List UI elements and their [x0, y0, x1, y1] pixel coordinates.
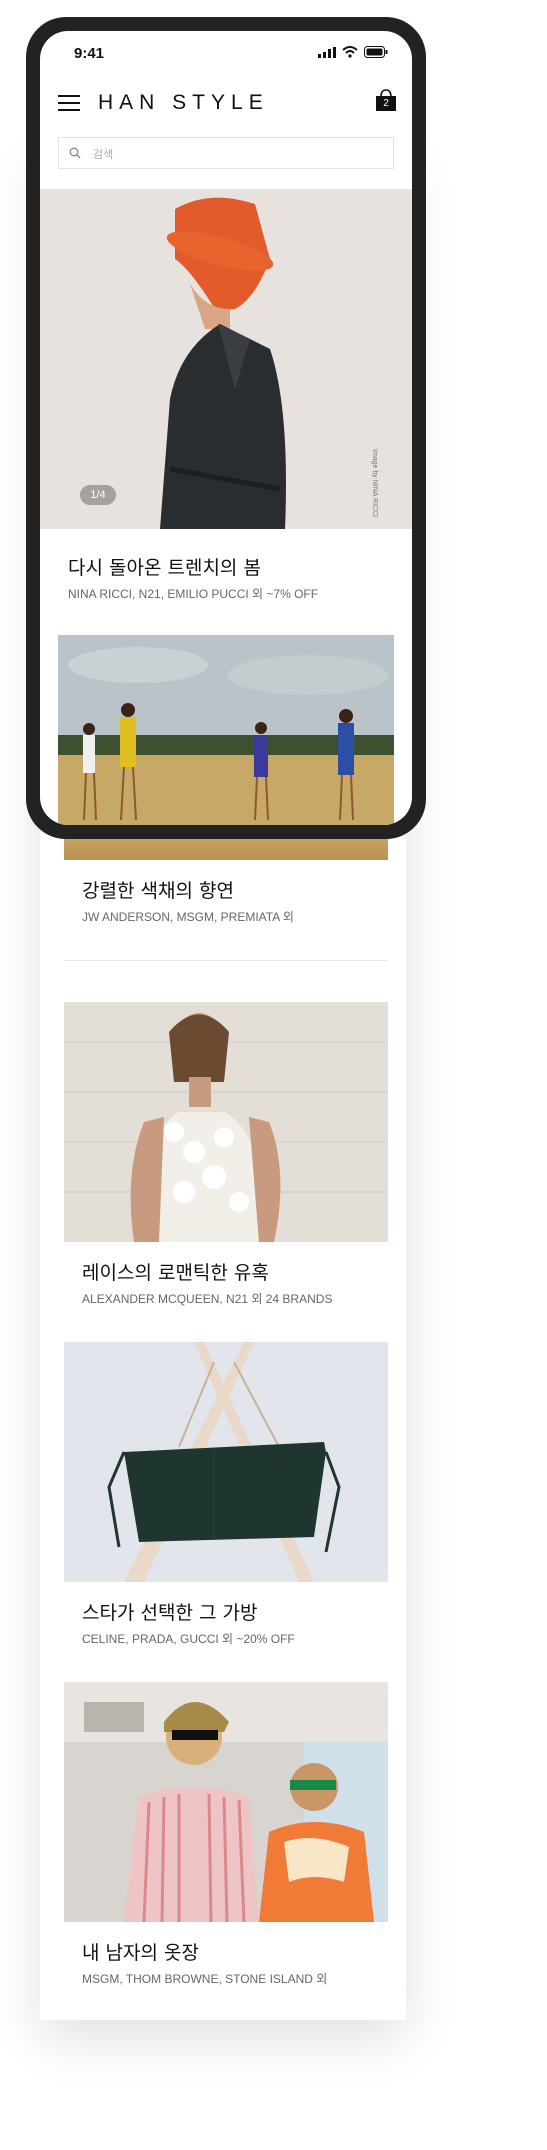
signal-icon	[318, 46, 336, 58]
card-image-menswear[interactable]	[64, 1682, 388, 1922]
status-time: 9:41	[74, 45, 105, 62]
menswear-illustration	[64, 1682, 388, 1922]
trench-coat-illustration	[40, 189, 412, 529]
status-bar: 9:41	[40, 31, 412, 77]
wifi-icon	[342, 46, 358, 58]
status-icons	[318, 46, 388, 58]
image-credit: Image by NINA RICCI	[371, 449, 378, 518]
bag-illustration	[64, 1342, 388, 1582]
brand-logo[interactable]: HAN STYLE	[98, 91, 269, 115]
battery-icon	[364, 46, 388, 58]
card-title[interactable]: 다시 돌아온 트렌치의 봄	[68, 553, 261, 580]
search-input[interactable]: 검색	[58, 137, 394, 169]
phone-screen: 9:41 HAN STYLE 2 검색 1/4 Image by NINA RI…	[40, 31, 412, 825]
card-image-lace[interactable]	[64, 1002, 388, 1242]
card-title[interactable]: 강렬한 색채의 향연	[82, 876, 234, 903]
card-subtitle: CELINE, PRADA, GUCCI 외 ~20% OFF	[82, 1632, 295, 1646]
card-subtitle: JW ANDERSON, MSGM, PREMIATA 외	[82, 910, 294, 924]
card-subtitle: MSGM, THOM BROWNE, STONE ISLAND 외	[82, 1972, 328, 1986]
divider	[64, 960, 388, 961]
card-title[interactable]: 내 남자의 옷장	[82, 1938, 199, 1965]
slide-pager: 1/4	[80, 485, 116, 505]
stilts-field-illustration	[58, 635, 394, 825]
card-title[interactable]: 레이스의 로맨틱한 유혹	[82, 1258, 269, 1285]
lace-dress-illustration	[64, 1002, 388, 1242]
search-placeholder: 검색	[93, 148, 114, 161]
card-title[interactable]: 스타가 선택한 그 가방	[82, 1598, 257, 1625]
app-header: HAN STYLE 2	[40, 77, 412, 137]
card-image-colors[interactable]	[58, 635, 394, 825]
card-subtitle: NINA RICCI, N21, EMILIO PUCCI 외 ~7% OFF	[68, 587, 319, 601]
shopping-bag-icon[interactable]: 2	[376, 89, 396, 111]
hamburger-menu-icon[interactable]	[58, 95, 80, 111]
card-image-colors-continued[interactable]	[64, 836, 388, 860]
card-subtitle: ALEXANDER MCQUEEN, N21 외 24 BRANDS	[82, 1292, 333, 1306]
phone-frame: 9:41 HAN STYLE 2 검색 1/4 Image by NINA RI…	[26, 17, 426, 839]
card-image-bag[interactable]	[64, 1342, 388, 1582]
hero-banner[interactable]: 1/4 Image by NINA RICCI	[40, 189, 412, 529]
search-icon	[69, 147, 81, 159]
cart-count-badge: 2	[376, 96, 396, 111]
